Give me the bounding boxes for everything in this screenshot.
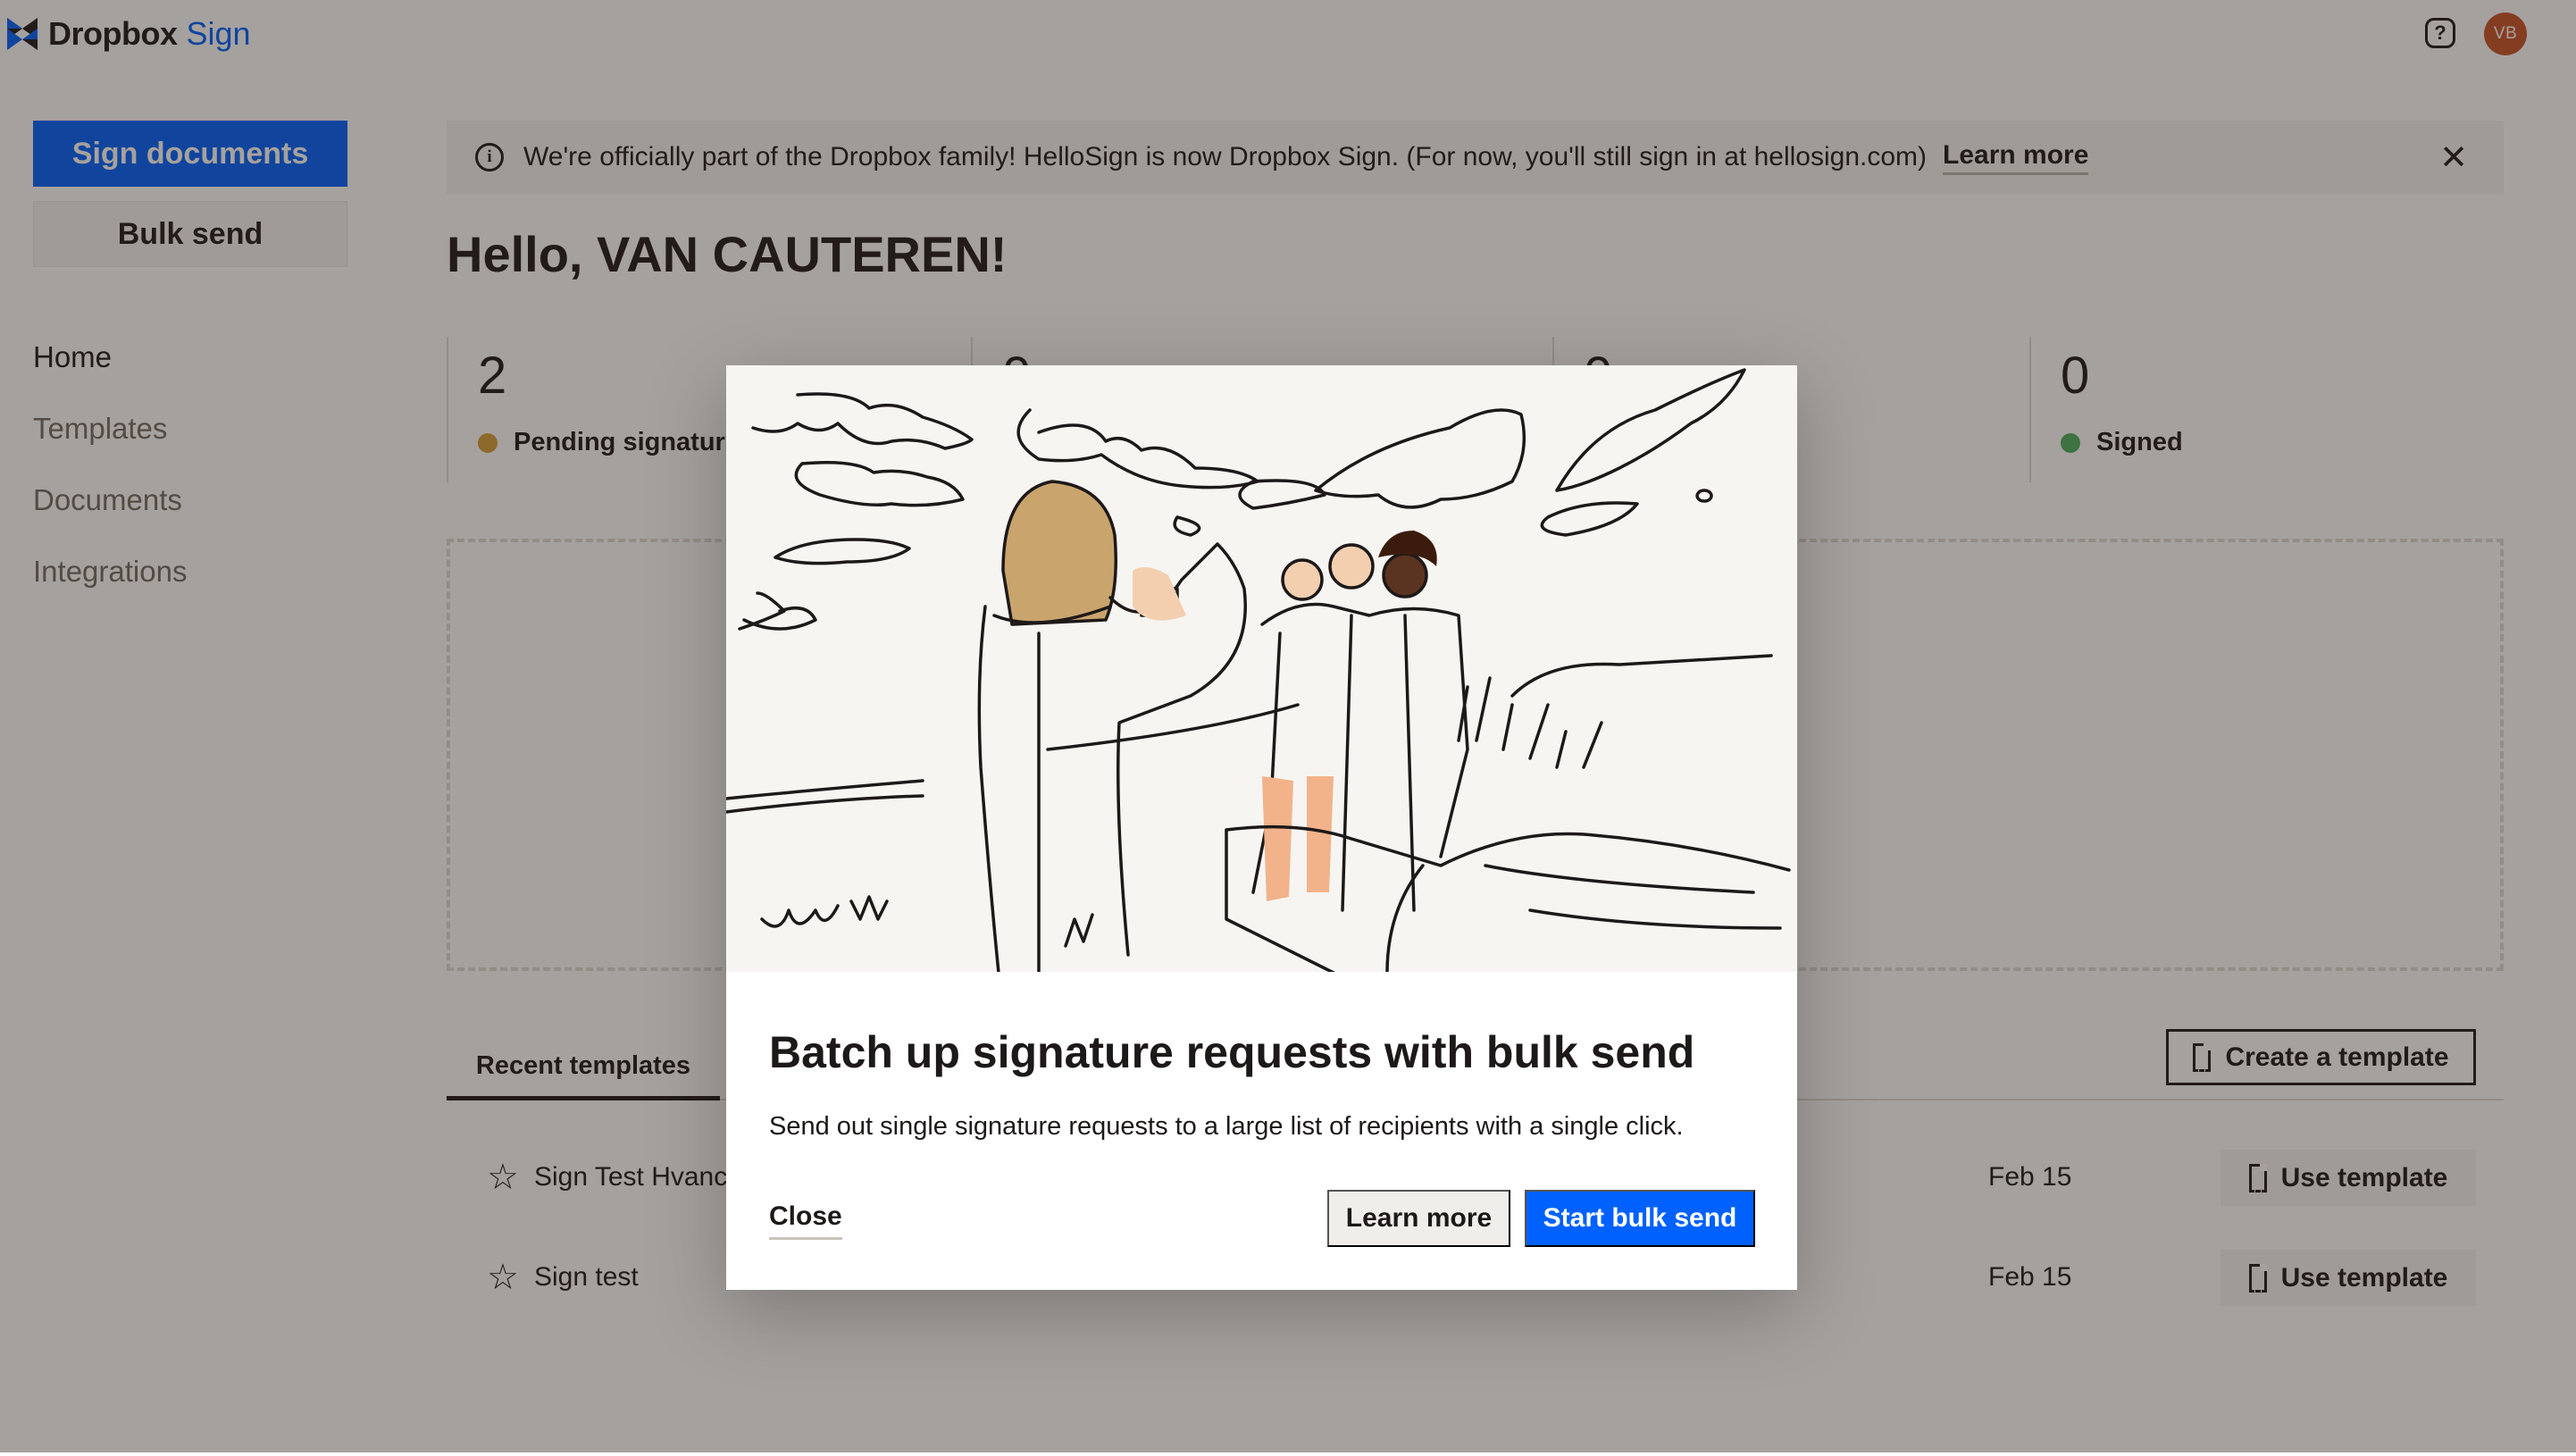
learn-more-button[interactable]: Learn more	[1327, 1190, 1510, 1247]
close-button[interactable]: Close	[769, 1201, 842, 1240]
modal-illustration	[726, 365, 1797, 972]
modal-description: Send out single signature requests to a …	[769, 1112, 1684, 1141]
modal-title: Batch up signature requests with bulk se…	[769, 1027, 1695, 1077]
bulk-send-modal: Batch up signature requests with bulk se…	[726, 365, 1797, 1290]
start-bulk-send-button[interactable]: Start bulk send	[1525, 1190, 1755, 1247]
